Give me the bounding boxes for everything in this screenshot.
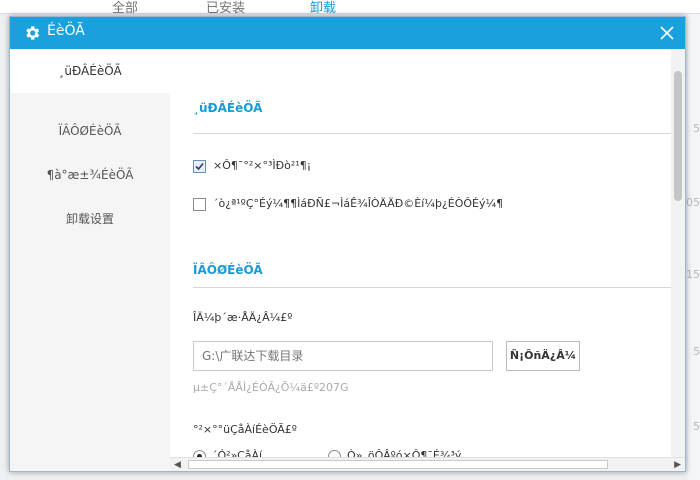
auto-patch-label: ×Ô¶¯°²×°³ÌÐò²¹¶¡ — [213, 159, 312, 172]
settings-sidebar: ¸üÐÂÉèÖÃ ÏÂÔØÉèÖÃ ¶à°æ±¾ÉèÖÃ 卸载设置 — [10, 49, 170, 471]
background-number: 05 — [686, 196, 700, 209]
sidebar-item-download-settings[interactable]: ÏÂÔØÉèÖÃ — [10, 109, 170, 153]
auto-patch-checkbox[interactable] — [193, 160, 206, 173]
dialog-title-bar: ÉèÖÃ — [10, 17, 685, 49]
sidebar-item-uninstall-settings[interactable]: 卸载设置 — [10, 197, 170, 241]
update-section-title: ¸üÐÂÉèÖÃ — [193, 101, 263, 115]
disk-space-hint: µ±Ç°´ÅÅÌ¿ÉÓÃ¿Õ¼ä£º207G — [193, 381, 349, 394]
background-number: 5 — [693, 345, 700, 358]
sidebar-item-update-settings[interactable]: ¸üÐÂÉèÖÃ — [10, 49, 170, 93]
vertical-scrollbar[interactable] — [671, 49, 685, 457]
sidebar-item-multi-version-settings[interactable]: ¶à°æ±¾ÉèÖÃ — [10, 153, 170, 197]
download-dir-label: ÎÄ¼þ´æ·ÅÄ¿Â¼£º — [193, 311, 293, 324]
close-icon[interactable] — [655, 21, 679, 45]
background-number: 5 — [693, 122, 700, 135]
scroll-right-arrow-icon[interactable]: ▶ — [674, 460, 681, 470]
scroll-left-arrow-icon[interactable]: ◀ — [174, 460, 181, 470]
settings-dialog: ÉèÖÃ ¸üÐÂÉèÖÃ ÏÂÔØÉèÖÃ ¶à°æ±¾ÉèÖÃ 卸载设置 ¸… — [9, 16, 686, 472]
check-icon — [195, 162, 204, 171]
gear-icon — [26, 26, 40, 40]
vertical-scroll-thumb[interactable] — [674, 71, 682, 201]
package-cleanup-label: °²×°°üÇåÀíÉèÖÃ£º — [193, 423, 297, 436]
background-tab-all: 全部 — [112, 1, 139, 16]
update-section-divider — [193, 133, 673, 134]
never-clean-label: ´Ó²»ÇåÀí — [212, 449, 263, 457]
download-section-divider — [193, 287, 673, 288]
upgrade-reminder-label: ´ò¿ª¹ºÇ°Éý¼¶¶ÌáÐÑ£¬ÌáÊ¾ÎÒÄÄÐ©Èí¼þ¿ÉÒÔÉý¼… — [213, 197, 504, 210]
background-number: 15 — [686, 268, 700, 281]
upgrade-reminder-checkbox[interactable] — [193, 198, 206, 211]
background-tab-bar: 全部 已安装 卸载 — [0, 0, 700, 16]
horizontal-scrollbar[interactable]: ◀ ▶ — [170, 457, 685, 471]
download-dir-input[interactable] — [193, 341, 493, 371]
auto-delete-radio[interactable] — [328, 450, 341, 457]
auto-delete-label: Ò»¸öÔÂºó×Ô¶¯É¾³ý — [347, 449, 462, 457]
download-section-title: ÏÂÔØÉèÖÃ — [193, 263, 263, 277]
choose-directory-button[interactable]: Ñ¡ÔñÄ¿Â¼ — [506, 341, 580, 371]
never-clean-radio[interactable] — [193, 450, 206, 457]
horizontal-scroll-thumb[interactable] — [188, 460, 608, 469]
dialog-title: ÉèÖÃ — [47, 23, 85, 39]
background-tab-uninstall: 卸载 — [310, 1, 337, 16]
background-right-strip — [688, 14, 700, 480]
background-tab-installed: 已安装 — [206, 1, 246, 16]
settings-content: ¸üÐÂÉèÖÃ ×Ô¶¯°²×°³ÌÐò²¹¶¡ ´ò¿ª¹ºÇ°Éý¼¶¶Ì… — [170, 49, 685, 457]
background-number: 5 — [693, 420, 700, 433]
